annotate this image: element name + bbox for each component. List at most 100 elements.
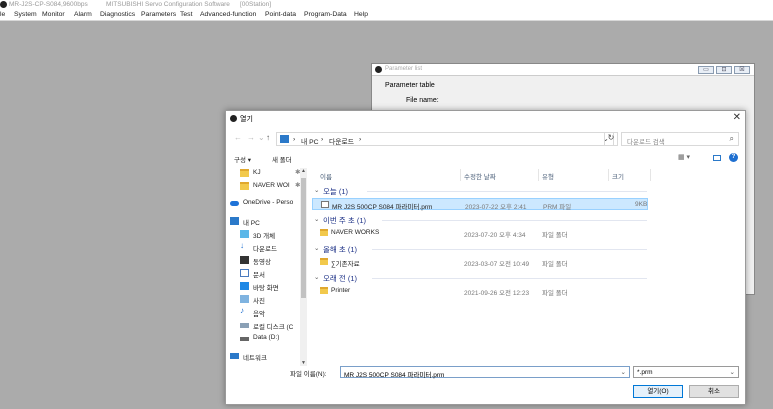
file-size: 9KB bbox=[635, 201, 648, 208]
navigation-pane: KJ ✱ ^ NAVER WOI ✱ OneDrive - Perso 내 PC… bbox=[226, 168, 308, 366]
parameter-list-icon bbox=[375, 66, 382, 73]
menu-system[interactable]: System bbox=[14, 11, 37, 18]
chevron-down-icon[interactable]: ⌄ bbox=[621, 368, 626, 376]
group-label: 오래 전 (1) bbox=[323, 274, 358, 283]
file-type: 파일 폴더 bbox=[542, 232, 568, 239]
pc-icon bbox=[280, 135, 289, 143]
scrollbar-thumb[interactable] bbox=[301, 178, 306, 298]
menu-point-data[interactable]: Point-data bbox=[265, 11, 296, 18]
scroll-up-icon[interactable]: ▲ bbox=[301, 168, 306, 174]
dialog-close-icon[interactable]: ✕ bbox=[733, 112, 741, 123]
preview-pane-icon[interactable] bbox=[713, 155, 721, 161]
refresh-button[interactable]: ↻ bbox=[604, 132, 618, 146]
app-software-name: MITSUBISHI Servo Configuration Software bbox=[106, 1, 230, 8]
folder-icon bbox=[320, 229, 328, 236]
column-header-date[interactable]: 수정한 날짜 bbox=[464, 171, 496, 181]
menu-test[interactable]: Test bbox=[180, 11, 192, 18]
file-name: NAVER WORKS bbox=[331, 229, 380, 236]
file-type: 파일 폴더 bbox=[542, 261, 568, 268]
menu-monitor[interactable]: Monitor bbox=[42, 11, 65, 18]
file-list: 이름 수정한 날짜 유형 크기 ⌄ 오늘 (1) MR J2S 500CP S0… bbox=[312, 168, 745, 366]
column-header-name[interactable]: 이름 bbox=[320, 171, 332, 181]
organize-button[interactable]: 구성 ▾ bbox=[234, 154, 251, 164]
address-bar[interactable]: › 내 PC › 다운로드 › ⌄ bbox=[276, 132, 614, 146]
view-options-icon[interactable]: ▦ ▾ bbox=[678, 153, 690, 161]
group-label: 이번 주 초 (1) bbox=[323, 216, 367, 225]
column-divider[interactable] bbox=[460, 169, 461, 181]
scroll-down-icon[interactable]: ▼ bbox=[301, 360, 306, 366]
menu-alarm[interactable]: Alarm bbox=[74, 11, 92, 18]
app-title: MR-J2S-CP-S084,9600bps bbox=[9, 1, 88, 8]
menu-advanced-function[interactable]: Advanced-function bbox=[200, 11, 256, 18]
column-header-type[interactable]: 유형 bbox=[542, 171, 554, 181]
menu-file[interactable]: le bbox=[0, 11, 5, 18]
group-label: 오늘 (1) bbox=[323, 187, 349, 196]
file-name: MR J2S 500CP S084 파라미터.prm bbox=[332, 204, 433, 211]
folder-icon bbox=[320, 258, 328, 265]
download-icon: ↓ bbox=[240, 241, 244, 250]
folder-icon bbox=[320, 287, 328, 294]
column-divider[interactable] bbox=[608, 169, 609, 181]
up-arrow-icon[interactable]: ↑ bbox=[266, 133, 270, 142]
file-name-input[interactable]: MR J2S 500CP S084 파라미터.prm ⌄ bbox=[340, 366, 630, 379]
folder-row[interactable]: ∑기존자료 2023-03-07 오전 10:49 파일 폴더 bbox=[312, 256, 648, 268]
chevron-down-icon: ⌄ bbox=[314, 245, 320, 252]
new-folder-button[interactable]: 새 폴더 bbox=[272, 154, 292, 164]
file-name-value: MR J2S 500CP S084 파라미터.prm bbox=[344, 372, 445, 379]
file-type-value: *.prm bbox=[637, 369, 653, 376]
dialog-titlebar: 열기 ✕ bbox=[226, 111, 745, 127]
breadcrumb-separator: › bbox=[321, 136, 324, 143]
recent-dropdown-icon[interactable]: ⌄ bbox=[258, 133, 265, 142]
folder-row[interactable]: NAVER WORKS 2023-07-20 오후 4:34 파일 폴더 bbox=[312, 227, 648, 239]
file-icon bbox=[321, 201, 329, 208]
folder-row[interactable]: Printer 2021-09-26 오전 12:23 파일 폴더 bbox=[312, 285, 648, 297]
chevron-down-icon: ⌄ bbox=[314, 216, 320, 223]
forward-arrow-icon[interactable]: → bbox=[247, 133, 255, 142]
desktop-icon bbox=[240, 282, 249, 290]
video-icon bbox=[240, 256, 249, 264]
breadcrumb-my-pc[interactable]: 내 PC bbox=[301, 136, 319, 146]
column-divider[interactable] bbox=[650, 169, 651, 181]
nav-item-label: 3D 개체 bbox=[253, 233, 276, 240]
parameter-list-title: Parameter list bbox=[385, 66, 423, 72]
file-name: ∑기존자료 bbox=[331, 261, 360, 268]
close-button[interactable]: ☒ bbox=[734, 66, 750, 74]
file-name-label: 파일 이름(N): bbox=[290, 371, 327, 378]
chevron-down-icon[interactable]: ⌄ bbox=[730, 368, 735, 376]
nav-item-label: 문서 bbox=[253, 272, 265, 279]
maximize-button[interactable]: ⊡ bbox=[716, 66, 732, 74]
cancel-button[interactable]: 취소 bbox=[689, 385, 739, 398]
app-station: [00Station] bbox=[240, 1, 272, 8]
open-file-dialog: 열기 ✕ ← → ⌄ ↑ › 내 PC › 다운로드 › ⌄ ↻ 다운로드 검색… bbox=[225, 110, 746, 405]
file-name-label: File name: bbox=[406, 97, 439, 104]
back-arrow-icon[interactable]: ← bbox=[234, 133, 242, 142]
column-header-size[interactable]: 크기 bbox=[612, 171, 624, 181]
file-type: PRM 파일 bbox=[543, 204, 572, 211]
disk-icon bbox=[240, 323, 249, 328]
cloud-icon bbox=[230, 201, 239, 206]
nav-item-label: 다운로드 bbox=[253, 246, 277, 253]
breadcrumb-separator: › bbox=[293, 136, 296, 143]
help-icon[interactable]: ? bbox=[729, 153, 738, 162]
group-divider bbox=[367, 191, 647, 192]
menu-diagnostics[interactable]: Diagnostics bbox=[100, 11, 135, 18]
breadcrumb-downloads[interactable]: 다운로드 bbox=[329, 136, 354, 146]
search-input[interactable]: 다운로드 검색 ⌕ bbox=[621, 132, 739, 146]
menu-help[interactable]: Help bbox=[354, 11, 368, 18]
menu-program-data[interactable]: Program-Data bbox=[304, 11, 347, 18]
search-placeholder: 다운로드 검색 bbox=[627, 139, 665, 146]
open-button[interactable]: 열기(O) bbox=[633, 385, 683, 398]
column-divider[interactable] bbox=[538, 169, 539, 181]
file-type: 파일 폴더 bbox=[542, 290, 568, 297]
file-row-selected[interactable]: MR J2S 500CP S084 파라미터.prm 2023-07-22 오후… bbox=[312, 198, 648, 211]
network-icon bbox=[230, 353, 239, 359]
nav-item-label: 음악 bbox=[253, 311, 265, 318]
nav-item-label: KJ bbox=[253, 169, 261, 176]
menu-parameters[interactable]: Parameters bbox=[141, 11, 176, 18]
breadcrumb-separator: › bbox=[359, 136, 362, 143]
nav-item-label: 로컬 디스크 (C bbox=[253, 324, 294, 331]
minimize-button[interactable]: ▭ bbox=[698, 66, 714, 74]
navigation-scrollbar[interactable]: ▲ ▼ bbox=[300, 168, 307, 366]
picture-icon bbox=[240, 295, 249, 303]
file-type-select[interactable]: *.prm ⌄ bbox=[633, 366, 739, 378]
